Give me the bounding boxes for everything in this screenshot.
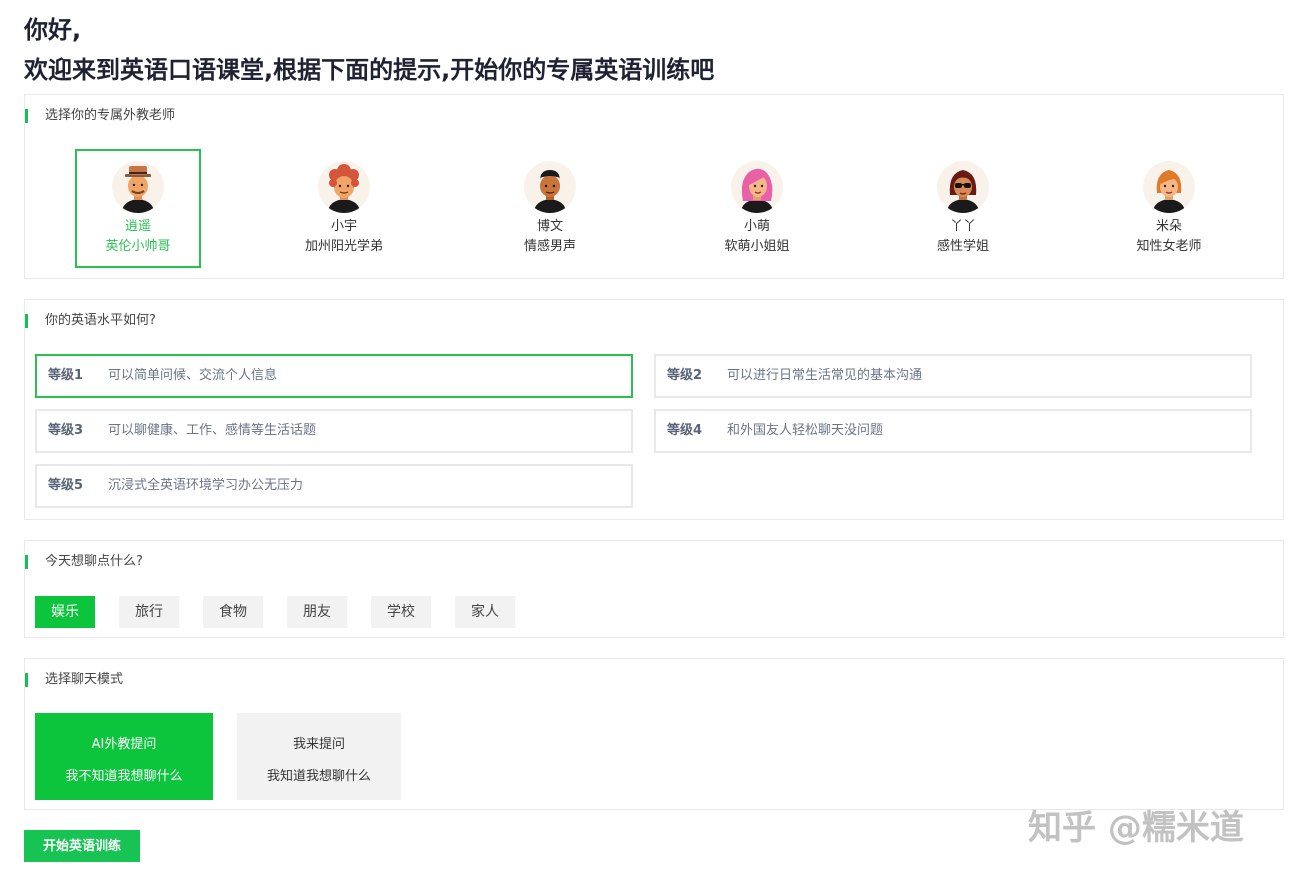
teacher-name: 逍遥 [124, 219, 151, 234]
topic-panel: 今天想聊点什么? 娱乐 旅行 食物 朋友 学校 家人 [24, 540, 1284, 638]
level-desc: 可以简单问候、交流个人信息 [108, 368, 278, 383]
level-option-4[interactable]: 等级4 和外国友人轻松聊天没问题 [654, 409, 1252, 453]
teacher-desc: 情感男声 [523, 239, 576, 254]
avatar-dark-man-icon [534, 170, 566, 213]
mode-panel: 选择聊天模式 AI外教提问 我不知道我想聊什么 我来提问 我知道我想聊什么 [24, 658, 1284, 810]
teacher-panel: 选择你的专属外教老师 逍遥 英伦小帅哥 小宇 加州阳光学弟 博文 情感男声 小萌… [24, 94, 1284, 279]
greeting: 你好, 欢迎来到英语口语课堂,根据下面的提示,开始你的专属英语训练吧 [24, 12, 714, 92]
teacher-panel-title: 选择你的专属外教老师 [24, 108, 176, 123]
teacher-avatar [731, 161, 783, 213]
level-option-5[interactable]: 等级5 沉浸式全英语环境学习办公无压力 [35, 464, 633, 508]
level-option-3[interactable]: 等级3 可以聊健康、工作、感情等生活话题 [35, 409, 633, 453]
teacher-avatar [1143, 161, 1195, 213]
greeting-line-2: 欢迎来到英语口语课堂,根据下面的提示,开始你的专属英语训练吧 [24, 56, 715, 84]
topic-chip-travel[interactable]: 旅行 [119, 596, 179, 628]
teacher-desc: 感性学姐 [936, 239, 989, 254]
mode-desc: 我知道我想聊什么 [266, 769, 371, 784]
teacher-card-miduo[interactable]: 米朵 知性女老师 [1106, 149, 1232, 268]
topic-chip-entertainment[interactable]: 娱乐 [35, 596, 95, 628]
mode-label: AI外教提问 [91, 737, 157, 752]
teacher-avatar [112, 161, 164, 213]
level-option-2[interactable]: 等级2 可以进行日常生活常见的基本沟通 [654, 354, 1252, 398]
teacher-name: 小萌 [743, 219, 770, 234]
level-desc: 沉浸式全英语环境学习办公无压力 [108, 478, 304, 493]
teacher-name: 米朵 [1155, 219, 1182, 234]
level-option-1[interactable]: 等级1 可以简单问候、交流个人信息 [35, 354, 633, 398]
topic-chip-family[interactable]: 家人 [455, 596, 515, 628]
avatar-blonde-woman-icon [1153, 170, 1185, 213]
avatar-curly-man-icon [328, 164, 360, 213]
avatar-pink-hair-woman-icon [741, 168, 773, 213]
mode-panel-title: 选择聊天模式 [24, 672, 124, 687]
teacher-avatar [937, 161, 989, 213]
level-tag: 等级1 [48, 368, 84, 383]
level-desc: 可以进行日常生活常见的基本沟通 [727, 368, 923, 383]
teacher-card-yaya[interactable]: 丫丫 感性学姐 [900, 149, 1026, 268]
teacher-desc: 英伦小帅哥 [105, 239, 171, 254]
mode-label: 我来提问 [292, 737, 345, 752]
level-tag: 等级2 [667, 368, 703, 383]
teacher-name: 丫丫 [949, 219, 976, 234]
level-tag: 等级5 [48, 478, 84, 493]
level-tag: 等级3 [48, 423, 84, 438]
teacher-name: 小宇 [330, 219, 357, 234]
teacher-card-bowen[interactable]: 博文 情感男声 [487, 149, 613, 268]
topic-chip-friends[interactable]: 朋友 [287, 596, 347, 628]
level-desc: 可以聊健康、工作、感情等生活话题 [108, 423, 317, 438]
level-panel: 你的英语水平如何? 等级1 可以简单问候、交流个人信息 等级2 可以进行日常生活常见… [24, 299, 1284, 520]
greeting-line-1: 你好, [24, 16, 82, 44]
teacher-desc: 软萌小姐姐 [724, 239, 790, 254]
topic-panel-title: 今天想聊点什么? [25, 554, 143, 569]
teacher-desc: 加州阳光学弟 [304, 239, 383, 254]
topic-chip-food[interactable]: 食物 [203, 596, 263, 628]
level-panel-title: 你的英语水平如何? [25, 313, 156, 328]
avatar-hat-man-icon [122, 166, 154, 213]
mode-desc: 我不知道我想聊什么 [65, 769, 183, 784]
teacher-card-xiaoyao[interactable]: 逍遥 英伦小帅哥 [75, 149, 201, 268]
teacher-name: 博文 [536, 219, 563, 234]
watermark: 知乎 @糯米道 [1028, 808, 1244, 848]
topic-chip-school[interactable]: 学校 [371, 596, 431, 628]
teacher-avatar [524, 161, 576, 213]
start-training-button[interactable]: 开始英语训练 [24, 830, 140, 862]
teacher-card-xiaomeng[interactable]: 小萌 软萌小姐姐 [694, 149, 820, 268]
level-tag: 等级4 [667, 423, 703, 438]
teacher-card-xiaoyu[interactable]: 小宇 加州阳光学弟 [281, 149, 407, 268]
mode-option-i-ask[interactable]: 我来提问 我知道我想聊什么 [237, 713, 401, 800]
teacher-desc: 知性女老师 [1136, 239, 1202, 254]
avatar-sunglasses-woman-icon [947, 170, 979, 213]
level-desc: 和外国友人轻松聊天没问题 [727, 423, 884, 438]
teacher-avatar [318, 161, 370, 213]
mode-option-ai-asks[interactable]: AI外教提问 我不知道我想聊什么 [35, 713, 213, 800]
